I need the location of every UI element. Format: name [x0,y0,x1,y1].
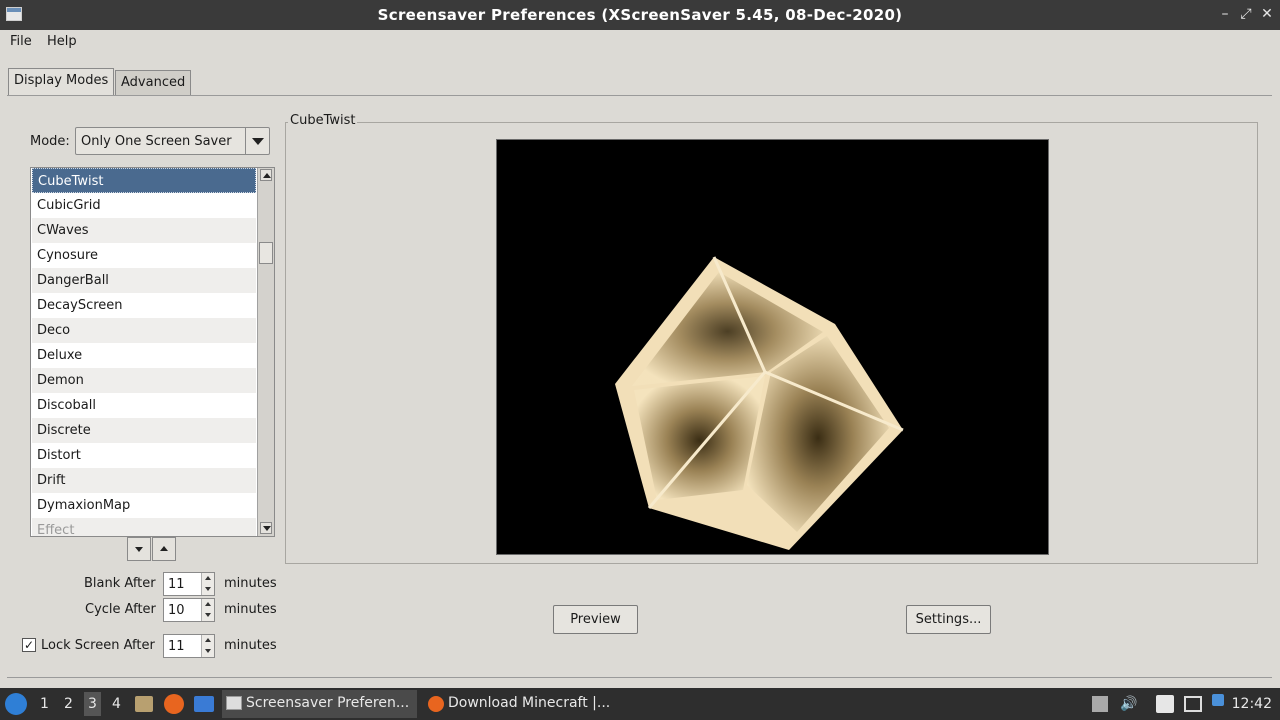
mode-dropdown[interactable]: Only One Screen Saver [75,127,270,155]
tab-display-modes[interactable]: Display Modes [8,68,115,96]
workspace-2[interactable]: 2 [64,696,73,712]
network-icon[interactable] [1184,696,1202,712]
task-download-minecraft[interactable]: Download Minecraft |... [424,690,619,718]
cycle-after-label: Cycle After [85,602,156,617]
blank-after-unit: minutes [224,576,277,591]
list-item[interactable]: CubeTwist [32,168,256,193]
list-item[interactable]: Demon [32,368,256,393]
scrollbar-thumb[interactable] [259,242,273,264]
mode-dropdown-value: Only One Screen Saver [81,134,232,149]
spin-up-icon[interactable] [202,635,214,646]
spin-down-icon[interactable] [202,584,214,595]
preview-screen [496,139,1049,555]
list-item[interactable]: DecayScreen [32,293,256,318]
cube-illustration [615,256,904,550]
list-item[interactable]: Deluxe [32,343,256,368]
tab-advanced[interactable]: Advanced [115,70,192,96]
list-item[interactable]: CWaves [32,218,256,243]
list-scrollbar[interactable] [257,168,274,536]
lock-after-spinner[interactable]: 11 [163,634,215,658]
preview-title: CubeTwist [288,113,358,128]
taskbar: 1 2 3 4 Screensaver Preferen... Download… [0,688,1280,720]
spin-down-icon[interactable] [202,646,214,657]
spin-up-icon[interactable] [202,573,214,584]
maximize-button[interactable]: ⤢ [1237,5,1255,23]
workspace-4[interactable]: 4 [112,696,121,712]
lock-screen-label: Lock Screen After [41,638,155,653]
list-item[interactable]: Distort [32,443,256,468]
start-menu-icon[interactable] [5,693,27,715]
workspace-1[interactable]: 1 [40,696,49,712]
scroll-down-icon[interactable] [260,522,272,534]
notification-icon[interactable] [1212,694,1224,706]
task-label: Download Minecraft |... [448,695,611,711]
menu-file[interactable]: File [10,34,32,49]
mode-label: Mode: [30,134,70,149]
clipboard-icon[interactable] [1156,695,1174,713]
list-item[interactable]: Deco [32,318,256,343]
move-down-button[interactable] [127,537,151,561]
scroll-up-icon[interactable] [260,169,272,181]
cycle-after-spinner[interactable]: 10 [163,598,215,622]
lock-after-value: 11 [168,639,185,654]
title-bar: Screensaver Preferences (XScreenSaver 5.… [0,0,1280,30]
file-manager-icon[interactable] [135,696,153,712]
window-title: Screensaver Preferences (XScreenSaver 5.… [377,6,903,24]
task-label: Screensaver Preferen... [246,695,410,711]
list-item[interactable]: DangerBall [32,268,256,293]
tray-up-icon[interactable] [1092,696,1108,712]
blank-after-label: Blank After [84,576,156,591]
menu-help[interactable]: Help [47,34,77,49]
menu-bar: File Help [0,30,1280,54]
settings-button[interactable]: Settings... [906,605,991,634]
lock-screen-checkbox[interactable]: ✓ [22,638,36,652]
window-icon [226,696,242,710]
list-item[interactable]: DymaxionMap [32,493,256,518]
close-button[interactable]: ✕ [1258,5,1276,23]
list-item[interactable]: CubicGrid [32,193,256,218]
list-item[interactable]: Drift [32,468,256,493]
minimize-button[interactable]: – [1216,5,1234,23]
chevron-down-icon [245,128,269,154]
list-item[interactable]: Cynosure [32,243,256,268]
preview-button[interactable]: Preview [553,605,638,634]
spin-down-icon[interactable] [202,610,214,621]
list-item[interactable]: Discrete [32,418,256,443]
spin-up-icon[interactable] [202,599,214,610]
list-item[interactable]: Effect [32,518,256,536]
workspace-3[interactable]: 3 [84,692,101,716]
firefox-icon [428,696,444,712]
lock-after-unit: minutes [224,638,277,653]
firefox-icon[interactable] [164,694,184,714]
volume-icon[interactable]: 🔊 [1120,696,1137,712]
task-screensaver-preferences[interactable]: Screensaver Preferen... [222,690,417,718]
clock: 12:42 [1231,696,1272,712]
cycle-after-unit: minutes [224,602,277,617]
desktop-icon[interactable] [194,696,214,712]
screensaver-list[interactable]: CubeTwist CubicGrid CWaves Cynosure Dang… [30,167,275,537]
move-up-button[interactable] [152,537,176,561]
blank-after-value: 11 [168,577,185,592]
list-item[interactable]: Discoball [32,393,256,418]
cycle-after-value: 10 [168,603,185,618]
blank-after-spinner[interactable]: 11 [163,572,215,596]
